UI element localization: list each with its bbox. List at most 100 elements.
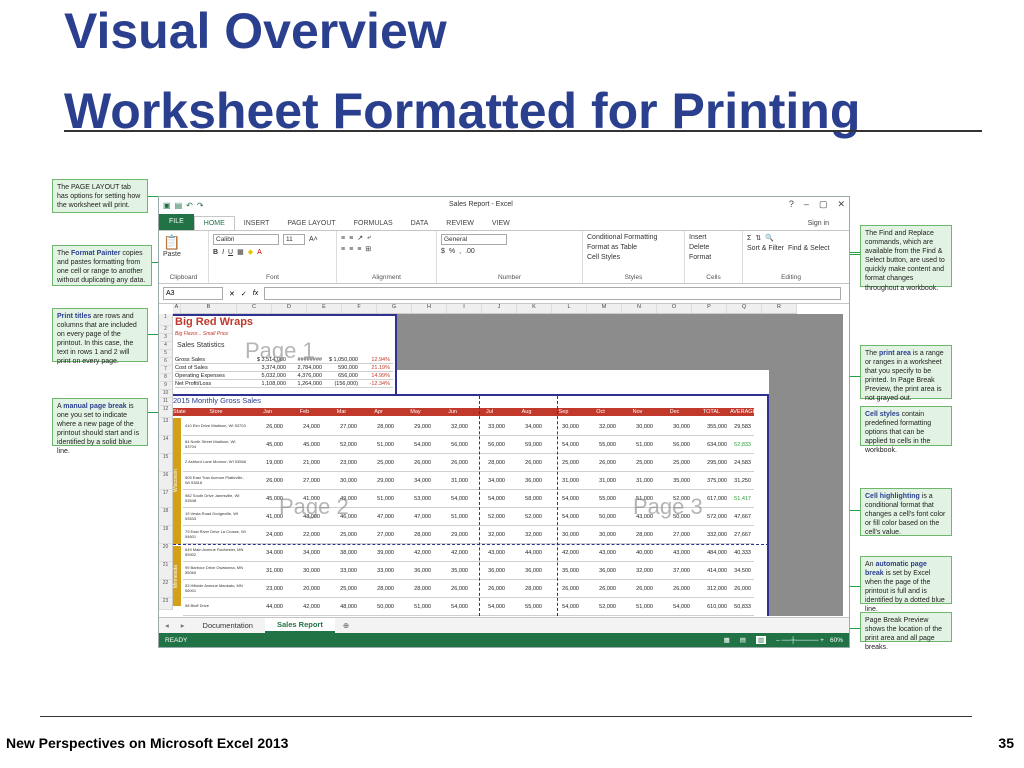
column-header[interactable]: B [181,304,237,313]
sales-cell[interactable]: 29,000 [434,532,471,538]
sheet-title[interactable]: Big Red Wraps [175,316,253,328]
stats-cell[interactable]: 4,376,000 [289,373,325,379]
sales-cell[interactable]: 25,000 [619,460,656,466]
sales-cell[interactable]: 28,000 [619,532,656,538]
sales-cell[interactable]: 28,000 [471,460,508,466]
sales-cell[interactable]: 55,000 [582,496,619,502]
row-header[interactable]: 12 [159,406,172,418]
sales-cell[interactable]: 54,000 [434,496,471,502]
stats-cell[interactable]: 21.19% [361,365,393,371]
column-header[interactable]: J [482,304,517,313]
sales-cell[interactable]: 52,833 [730,442,754,448]
sales-cell[interactable]: 39,000 [360,550,397,556]
sales-cell[interactable]: 31,000 [434,478,471,484]
sales-cell[interactable]: 24,000 [249,532,286,538]
column-heading[interactable]: Sep [545,409,582,415]
sales-cell[interactable]: 26,000 [508,460,545,466]
sales-cell[interactable]: 484,000 [693,550,730,556]
automatic-page-break-line[interactable] [557,396,558,616]
sales-cell[interactable]: 35,000 [545,568,582,574]
sales-cell[interactable]: 43,000 [582,550,619,556]
sales-cell[interactable]: 59,000 [508,442,545,448]
sales-cell[interactable]: 31,000 [582,478,619,484]
automatic-page-break-line[interactable] [173,544,769,545]
stats-cell[interactable]: 1,264,000 [289,381,325,387]
sales-cell[interactable]: 54,000 [434,604,471,610]
column-heading[interactable]: Jun [434,409,471,415]
sales-cell[interactable]: 23,000 [249,586,286,592]
stats-cell[interactable]: 1,108,000 [253,381,289,387]
sales-cell[interactable]: 27,000 [360,532,397,538]
column-header[interactable]: N [622,304,657,313]
column-header[interactable]: E [307,304,342,313]
sales-cell[interactable]: 51,000 [397,604,434,610]
stats-cell[interactable]: 2,784,000 [289,365,325,371]
sales-cell[interactable]: 20,000 [286,586,323,592]
column-heading[interactable]: Mar [323,409,360,415]
tab-view[interactable]: VIEW [483,220,519,230]
row-header[interactable]: 22 [159,580,172,598]
manual-page-break-line[interactable] [173,394,769,396]
sales-cell[interactable]: 28,000 [508,586,545,592]
sales-cell[interactable]: 56,000 [434,442,471,448]
column-header[interactable]: H [412,304,447,313]
sales-cell[interactable]: 32,000 [471,532,508,538]
sales-cell[interactable]: 26,000 [582,460,619,466]
sales-cell[interactable]: 610,000 [693,604,730,610]
row-header[interactable]: 18 [159,508,172,526]
scroll-left-icon[interactable]: ◂ [159,621,175,630]
sales-cell[interactable]: 26,000 [249,478,286,484]
font-color-icon[interactable]: A [257,249,262,256]
column-heading[interactable]: Aug [508,409,545,415]
sales-cell[interactable]: 31,000 [249,568,286,574]
paste-button[interactable]: Paste [163,251,204,258]
sales-cell[interactable]: 47,667 [730,514,754,520]
stats-cell[interactable]: Net Profit/Loss [175,381,253,387]
sales-cell[interactable]: 38,000 [323,550,360,556]
sheet-tab-documentation[interactable]: Documentation [191,619,265,632]
stats-cell[interactable]: 5,032,000 [253,373,289,379]
percent-icon[interactable]: % [449,248,455,255]
sales-cell[interactable]: 27,000 [286,478,323,484]
sales-cell[interactable]: 27,000 [656,532,693,538]
sales-cell[interactable]: 36,000 [508,478,545,484]
sales-cell[interactable]: 36,000 [397,568,434,574]
tab-data[interactable]: DATA [402,220,438,230]
sales-cell[interactable]: 51,417 [730,496,754,502]
row-header[interactable]: 20 [159,544,172,562]
sales-cell[interactable]: 28,000 [360,424,397,430]
sales-cell[interactable]: 29,000 [360,478,397,484]
column-header[interactable]: G [377,304,412,313]
font-size-dropdown[interactable]: 11 [283,234,305,245]
store-address-cell[interactable]: 98 Bluff Drive [183,603,249,608]
sales-cell[interactable]: 54,000 [656,604,693,610]
sales-cell[interactable]: 24,583 [730,460,754,466]
maximize-button[interactable]: ▢ [819,199,828,210]
align-right-icon[interactable]: ≡ [357,246,361,253]
insert-function-button[interactable]: fx [253,290,258,297]
new-sheet-icon[interactable]: ⊕ [335,621,357,630]
sales-cell[interactable]: 25,000 [360,460,397,466]
sales-cell[interactable]: 51,000 [619,442,656,448]
sales-cell[interactable]: 55,000 [582,442,619,448]
currency-icon[interactable]: $ [441,248,445,255]
sales-cell[interactable]: 36,000 [508,568,545,574]
sales-cell[interactable]: 312,000 [693,586,730,592]
sales-cell[interactable]: 27,000 [323,424,360,430]
sales-cell[interactable]: 43,000 [471,550,508,556]
page-break-preview-icon[interactable]: ▥ [755,636,767,644]
sales-cell[interactable]: 24,000 [286,424,323,430]
sales-cell[interactable]: 51,000 [434,514,471,520]
sales-cell[interactable]: 25,000 [545,460,582,466]
column-header[interactable]: A [173,304,181,313]
store-address-cell[interactable]: 649 Main Avenue Rochester, MN 55902 [183,547,249,557]
row-header[interactable]: 11 [159,398,172,406]
sales-cell[interactable]: 35,000 [656,478,693,484]
sales-cell[interactable]: 23,000 [323,460,360,466]
align-left-icon[interactable]: ≡ [341,246,345,253]
column-header[interactable]: O [657,304,692,313]
sales-cell[interactable]: 56,000 [471,442,508,448]
column-heading[interactable]: Apr [360,409,397,415]
tab-insert[interactable]: INSERT [235,220,279,230]
help-button[interactable]: ? [789,199,794,210]
